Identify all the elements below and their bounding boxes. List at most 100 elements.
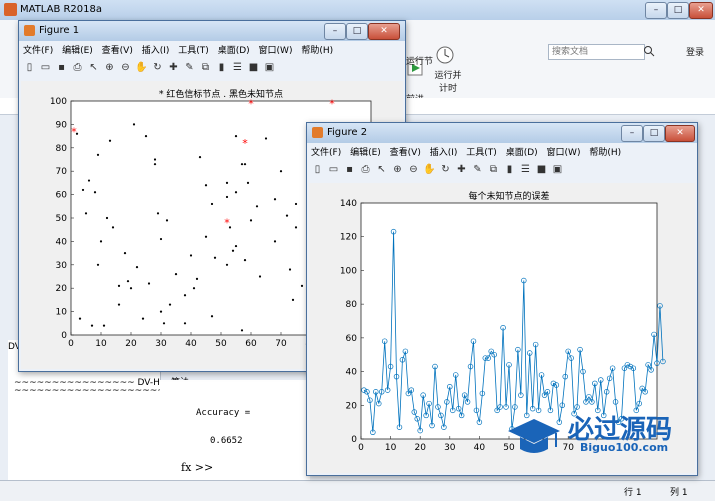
search-docs-input[interactable]: 搜索文档 [548,44,645,60]
data-cursor-icon[interactable]: ✚ [167,61,180,74]
print-icon[interactable]: ⎙ [359,163,372,176]
y-tick-label: 0 [351,435,357,445]
y-tick-label: 40 [56,237,68,247]
unknown-node-point [78,317,82,320]
x-tick-label: 30 [155,339,167,349]
link-icon[interactable]: ⧉ [487,163,500,176]
pan-icon[interactable]: ✋ [135,61,148,74]
colorbar-icon[interactable]: ▮ [215,61,228,74]
colorbar-icon[interactable]: ▮ [503,163,516,176]
menu-help[interactable]: 帮助(H) [301,46,333,56]
dock-icon[interactable]: ▣ [263,61,276,74]
menu-desktop[interactable]: 桌面(D) [506,148,538,158]
link-icon[interactable]: ⧉ [199,61,212,74]
unknown-node-point [231,249,235,252]
login-link[interactable]: 登录 [686,45,704,58]
run-and-time-label[interactable]: 运行并 计时 [430,68,466,94]
status-bar: 行 1 列 1 [0,480,715,501]
print-icon[interactable]: ⎙ [71,61,84,74]
pointer-icon[interactable]: ↖ [87,61,100,74]
figure2-menubar: 文件(F) 编辑(E) 查看(V) 插入(I) 工具(T) 桌面(D) 窗口(W… [311,145,627,159]
unknown-node-point [225,263,229,266]
menu-insert[interactable]: 插入(I) [142,46,170,56]
minimize-button[interactable]: – [645,2,667,19]
menu-edit[interactable]: 编辑(E) [350,148,381,158]
legend-icon[interactable]: ☰ [231,61,244,74]
unknown-node-point [243,259,247,262]
rotate-icon[interactable]: ↻ [151,61,164,74]
unknown-node-point [273,240,277,243]
matlab-title: MATLAB R2018a [20,4,103,15]
x-tick-label: 30 [444,443,456,453]
new-figure-icon[interactable]: ▯ [23,61,36,74]
save-icon[interactable]: ▪ [343,163,356,176]
menu-file[interactable]: 文件(F) [23,46,53,56]
data-cursor-icon[interactable]: ✚ [455,163,468,176]
run-and-time-icon[interactable] [434,44,456,66]
unknown-node-point [129,287,133,290]
brush-icon[interactable]: ✎ [471,163,484,176]
menu-desktop[interactable]: 桌面(D) [218,46,250,56]
rotate-icon[interactable]: ↻ [439,163,452,176]
menu-insert[interactable]: 插入(I) [430,148,458,158]
close-button[interactable]: ✕ [689,2,713,19]
x-tick-label: 40 [185,339,197,349]
x-tick-label: 20 [125,339,137,349]
figure1-minimize-button[interactable]: – [324,23,346,40]
figure1-close-button[interactable]: ✕ [368,23,400,40]
accuracy-value: 0.6652 [210,436,243,446]
menu-view[interactable]: 查看(V) [102,46,133,56]
accuracy-label: Accuracy = [196,408,251,418]
unknown-node-point [90,324,94,327]
dock-icon[interactable]: ▣ [551,163,564,176]
zoom-in-icon[interactable]: ⊕ [391,163,404,176]
legend-icon[interactable]: ☰ [519,163,532,176]
hide-tools-icon[interactable]: ■ [535,163,548,176]
command-prompt[interactable]: fx >> [181,461,213,474]
menu-help[interactable]: 帮助(H) [589,148,621,158]
pan-icon[interactable]: ✋ [423,163,436,176]
menu-file[interactable]: 文件(F) [311,148,341,158]
menu-tools[interactable]: 工具(T) [466,148,497,158]
unknown-node-point [288,268,292,271]
x-tick-label: 70 [275,339,287,349]
menu-edit[interactable]: 编辑(E) [62,46,93,56]
unknown-node-point [141,317,145,320]
open-icon[interactable]: ▭ [39,61,52,74]
unknown-node-point [147,282,151,285]
figure2-maximize-button[interactable]: □ [643,125,665,142]
status-col: 列 1 [670,488,688,498]
menu-tools[interactable]: 工具(T) [178,46,209,56]
unknown-node-point [192,287,196,290]
unknown-node-point [189,254,193,257]
y-tick-label: 140 [340,199,357,209]
figure1-toolbar: ▯ ▭ ▪ ⎙ ↖ ⊕ ⊖ ✋ ↻ ✚ ✎ ⧉ ▮ ☰ ■ ▣ [23,61,279,77]
pointer-icon[interactable]: ↖ [375,163,388,176]
unknown-node-point [225,181,229,184]
y-tick-label: 10 [56,308,68,318]
unknown-node-point [123,252,127,255]
y-tick-label: 50 [56,214,68,224]
menu-view[interactable]: 查看(V) [390,148,421,158]
menu-window[interactable]: 窗口(W) [547,148,581,158]
menu-window[interactable]: 窗口(W) [259,46,293,56]
run-section-label[interactable]: 运行节 [406,54,433,67]
figure1-maximize-button[interactable]: □ [346,23,368,40]
save-icon[interactable]: ▪ [55,61,68,74]
search-icon[interactable] [643,44,655,58]
x-tick-label: 10 [385,443,397,453]
figure2-close-button[interactable]: ✕ [665,125,695,142]
figure2-minimize-button[interactable]: – [621,125,643,142]
zoom-out-icon[interactable]: ⊖ [119,61,132,74]
hide-tools-icon[interactable]: ■ [247,61,260,74]
x-tick-label: 50 [215,339,227,349]
zoom-out-icon[interactable]: ⊖ [407,163,420,176]
zoom-in-icon[interactable]: ⊕ [103,61,116,74]
new-figure-icon[interactable]: ▯ [311,163,324,176]
anchor-node-point: * [248,97,254,110]
maximize-button[interactable]: □ [667,2,689,19]
brush-icon[interactable]: ✎ [183,61,196,74]
unknown-node-point [213,256,217,259]
open-icon[interactable]: ▭ [327,163,340,176]
y-tick-label: 70 [56,167,68,177]
